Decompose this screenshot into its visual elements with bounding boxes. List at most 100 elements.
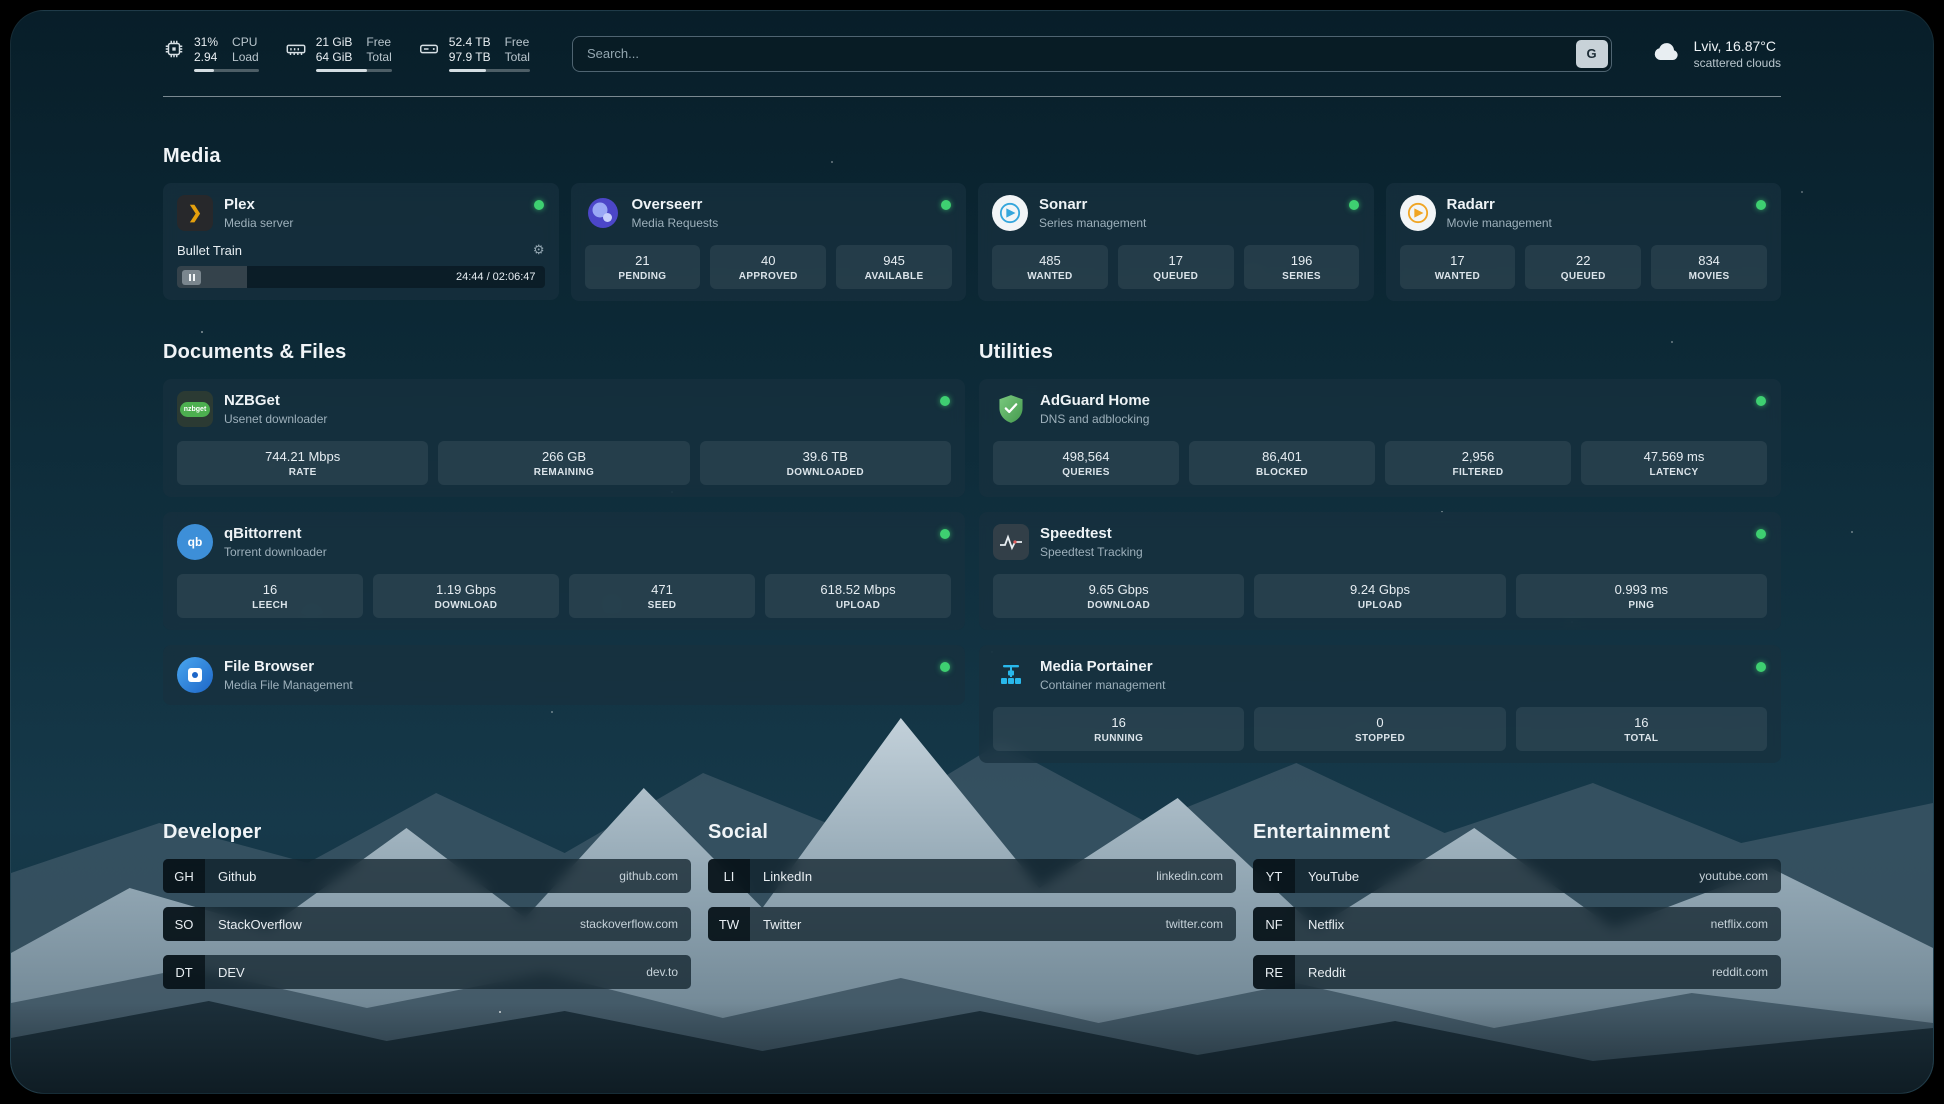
bookmark-url: linkedin.com [1156, 869, 1223, 883]
bookmark-abbr: YT [1253, 859, 1295, 893]
pause-button[interactable] [182, 270, 201, 285]
bookmark-name: Twitter [763, 917, 801, 932]
stat-rate: 744.21 Mbps RATE [177, 441, 428, 485]
search-bar: G [572, 36, 1612, 72]
cpu-icon [163, 38, 185, 65]
service-card-portainer[interactable]: Media Portainer Container management 16 … [979, 645, 1781, 763]
stat-upload: 618.52 Mbps UPLOAD [765, 574, 951, 618]
bookmark-github[interactable]: GH Github github.com [163, 859, 691, 893]
stat-movies: 834 MOVIES [1651, 245, 1767, 289]
cloud-icon [1648, 38, 1682, 69]
ram-total-value: 64 GiB [316, 50, 353, 64]
service-card-speedtest[interactable]: Speedtest Speedtest Tracking 9.65 Gbps D… [979, 512, 1781, 630]
service-subtitle: Speedtest Tracking [1040, 545, 1143, 559]
section-entertainment: Entertainment YT YouTube youtube.com NF … [1253, 821, 1781, 1003]
service-name: Sonarr [1039, 196, 1146, 213]
stat-stopped: 0 STOPPED [1254, 707, 1505, 751]
stat-blocked: 86,401 BLOCKED [1189, 441, 1375, 485]
stat-download: 1.19 Gbps DOWNLOAD [373, 574, 559, 618]
portainer-icon [993, 657, 1029, 693]
gear-icon[interactable]: ⚙ [533, 242, 545, 258]
service-name: File Browser [224, 658, 353, 675]
bookmark-abbr: NF [1253, 907, 1295, 941]
status-indicator [941, 200, 951, 210]
adguard-icon [993, 391, 1029, 427]
bookmark-url: dev.to [646, 965, 678, 979]
service-name: Overseerr [632, 196, 719, 213]
ram-icon [285, 38, 307, 65]
stat-leech: 16 LEECH [177, 574, 363, 618]
status-indicator [940, 662, 950, 672]
bookmark-youtube[interactable]: YT YouTube youtube.com [1253, 859, 1781, 893]
service-name: Media Portainer [1040, 658, 1165, 675]
section-title-entertainment: Entertainment [1253, 821, 1781, 844]
stat-remaining: 266 GB REMAINING [438, 441, 689, 485]
service-name: qBittorrent [224, 525, 327, 542]
bookmark-linkedin[interactable]: LI LinkedIn linkedin.com [708, 859, 1236, 893]
cpu-percent: 31% [194, 35, 218, 49]
stat-seed: 471 SEED [569, 574, 755, 618]
ram-widget: 21 GiB Free 64 GiB Total [285, 35, 392, 72]
service-subtitle: Movie management [1447, 216, 1552, 230]
service-subtitle: Torrent downloader [224, 545, 327, 559]
bookmark-netflix[interactable]: NF Netflix netflix.com [1253, 907, 1781, 941]
cpu-progress-track [194, 69, 259, 72]
stat-ping: 0.993 ms PING [1516, 574, 1767, 618]
stat-available: 945 AVAILABLE [836, 245, 952, 289]
status-indicator [1756, 200, 1766, 210]
qbittorrent-icon: qb [177, 524, 213, 560]
bookmark-url: youtube.com [1699, 869, 1768, 883]
bookmark-url: reddit.com [1712, 965, 1768, 979]
service-card-filebrowser[interactable]: File Browser Media File Management [163, 645, 965, 705]
service-card-sonarr[interactable]: Sonarr Series management 485 WANTED 17 Q… [978, 183, 1374, 301]
stat-upload: 9.24 Gbps UPLOAD [1254, 574, 1505, 618]
service-subtitle: DNS and adblocking [1040, 412, 1150, 426]
playback-progress-bar[interactable]: 24:44 / 02:06:47 [177, 266, 545, 288]
bookmark-twitter[interactable]: TW Twitter twitter.com [708, 907, 1236, 941]
cpu-load-label: Load [232, 50, 259, 64]
status-indicator [940, 529, 950, 539]
filebrowser-icon [177, 657, 213, 693]
overseerr-icon [585, 195, 621, 231]
service-card-nzbget[interactable]: nzbget NZBGet Usenet downloader 744.21 M… [163, 379, 965, 497]
section-developer: Developer GH Github github.com SO StackO… [163, 821, 691, 1003]
weather-widget[interactable]: Lviv, 16.87°C scattered clouds [1648, 38, 1781, 70]
stat-wanted: 17 WANTED [1400, 245, 1516, 289]
bottom-fade [11, 1003, 1933, 1093]
bookmark-name: Reddit [1308, 965, 1346, 980]
section-social: Social LI LinkedIn linkedin.com TW Twitt… [708, 821, 1236, 955]
service-name: Radarr [1447, 196, 1552, 213]
service-subtitle: Series management [1039, 216, 1146, 230]
stat-pending: 21 PENDING [585, 245, 701, 289]
now-playing-title: Bullet Train [177, 243, 242, 258]
bookmark-name: StackOverflow [218, 917, 302, 932]
bookmark-reddit[interactable]: RE Reddit reddit.com [1253, 955, 1781, 989]
status-indicator [1756, 662, 1766, 672]
section-utilities: Utilities [979, 341, 1781, 763]
stat-running: 16 RUNNING [993, 707, 1244, 751]
disk-free-value: 52.4 TB [449, 35, 491, 49]
service-card-qbittorrent[interactable]: qb qBittorrent Torrent downloader 16 LEE… [163, 512, 965, 630]
disk-progress-fill [449, 69, 486, 72]
bookmark-url: netflix.com [1711, 917, 1768, 931]
section-title-developer: Developer [163, 821, 691, 844]
status-indicator [940, 396, 950, 406]
disk-icon [418, 38, 440, 65]
bookmark-stackoverflow[interactable]: SO StackOverflow stackoverflow.com [163, 907, 691, 941]
service-card-plex[interactable]: ❯ Plex Media server Bullet Train ⚙ 24:44 [163, 183, 559, 300]
service-card-radarr[interactable]: Radarr Movie management 17 WANTED 22 QUE… [1386, 183, 1782, 301]
service-card-adguard[interactable]: AdGuard Home DNS and adblocking 498,564 … [979, 379, 1781, 497]
bookmark-dev[interactable]: DT DEV dev.to [163, 955, 691, 989]
nzbget-icon: nzbget [177, 391, 213, 427]
ram-total-label: Total [366, 50, 391, 64]
service-card-overseerr[interactable]: Overseerr Media Requests 21 PENDING 40 A… [571, 183, 967, 301]
service-name: Plex [224, 196, 293, 213]
ram-progress-fill [316, 69, 367, 72]
cpu-load-value: 2.94 [194, 50, 218, 64]
search-input[interactable] [572, 36, 1612, 72]
search-provider-button[interactable]: G [1576, 40, 1608, 68]
disk-widget: 52.4 TB Free 97.9 TB Total [418, 35, 530, 72]
stat-queued: 22 QUEUED [1525, 245, 1641, 289]
bookmark-url: stackoverflow.com [580, 917, 678, 931]
bookmark-abbr: TW [708, 907, 750, 941]
